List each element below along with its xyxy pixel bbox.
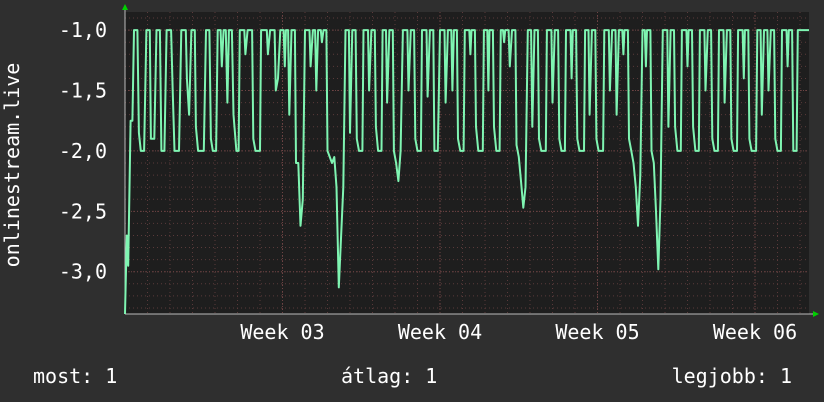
y-tick-label: -3,0	[59, 260, 107, 284]
stat-best: legjobb: 1	[671, 364, 792, 388]
x-tick-label: Week 06	[713, 320, 797, 344]
y-tick-label: -2,0	[59, 139, 107, 163]
stat-average: átlag: 1	[341, 364, 438, 388]
y-axis-arrow	[122, 4, 128, 10]
x-tick-labels: Week 03 Week 04 Week 05 Week 06	[240, 320, 797, 344]
x-tick-label: Week 05	[555, 320, 639, 344]
x-tick-label: Week 03	[240, 320, 324, 344]
y-axis-label: onlinestream.live	[0, 63, 24, 268]
y-tick-label: -1,5	[59, 79, 107, 103]
x-axis-arrow	[813, 311, 819, 317]
y-tick-label: -1,0	[59, 18, 107, 42]
y-tick-label: -2,5	[59, 199, 107, 223]
stat-current: most: 1	[33, 364, 118, 388]
x-tick-label: Week 04	[398, 320, 482, 344]
y-tick-labels: -1,0 -1,5 -2,0 -2,5 -3,0	[59, 18, 107, 284]
line-chart: -1,0-1,5-2,0-2,5-3,0 Week 03 Week 04 Week …	[0, 4, 819, 344]
